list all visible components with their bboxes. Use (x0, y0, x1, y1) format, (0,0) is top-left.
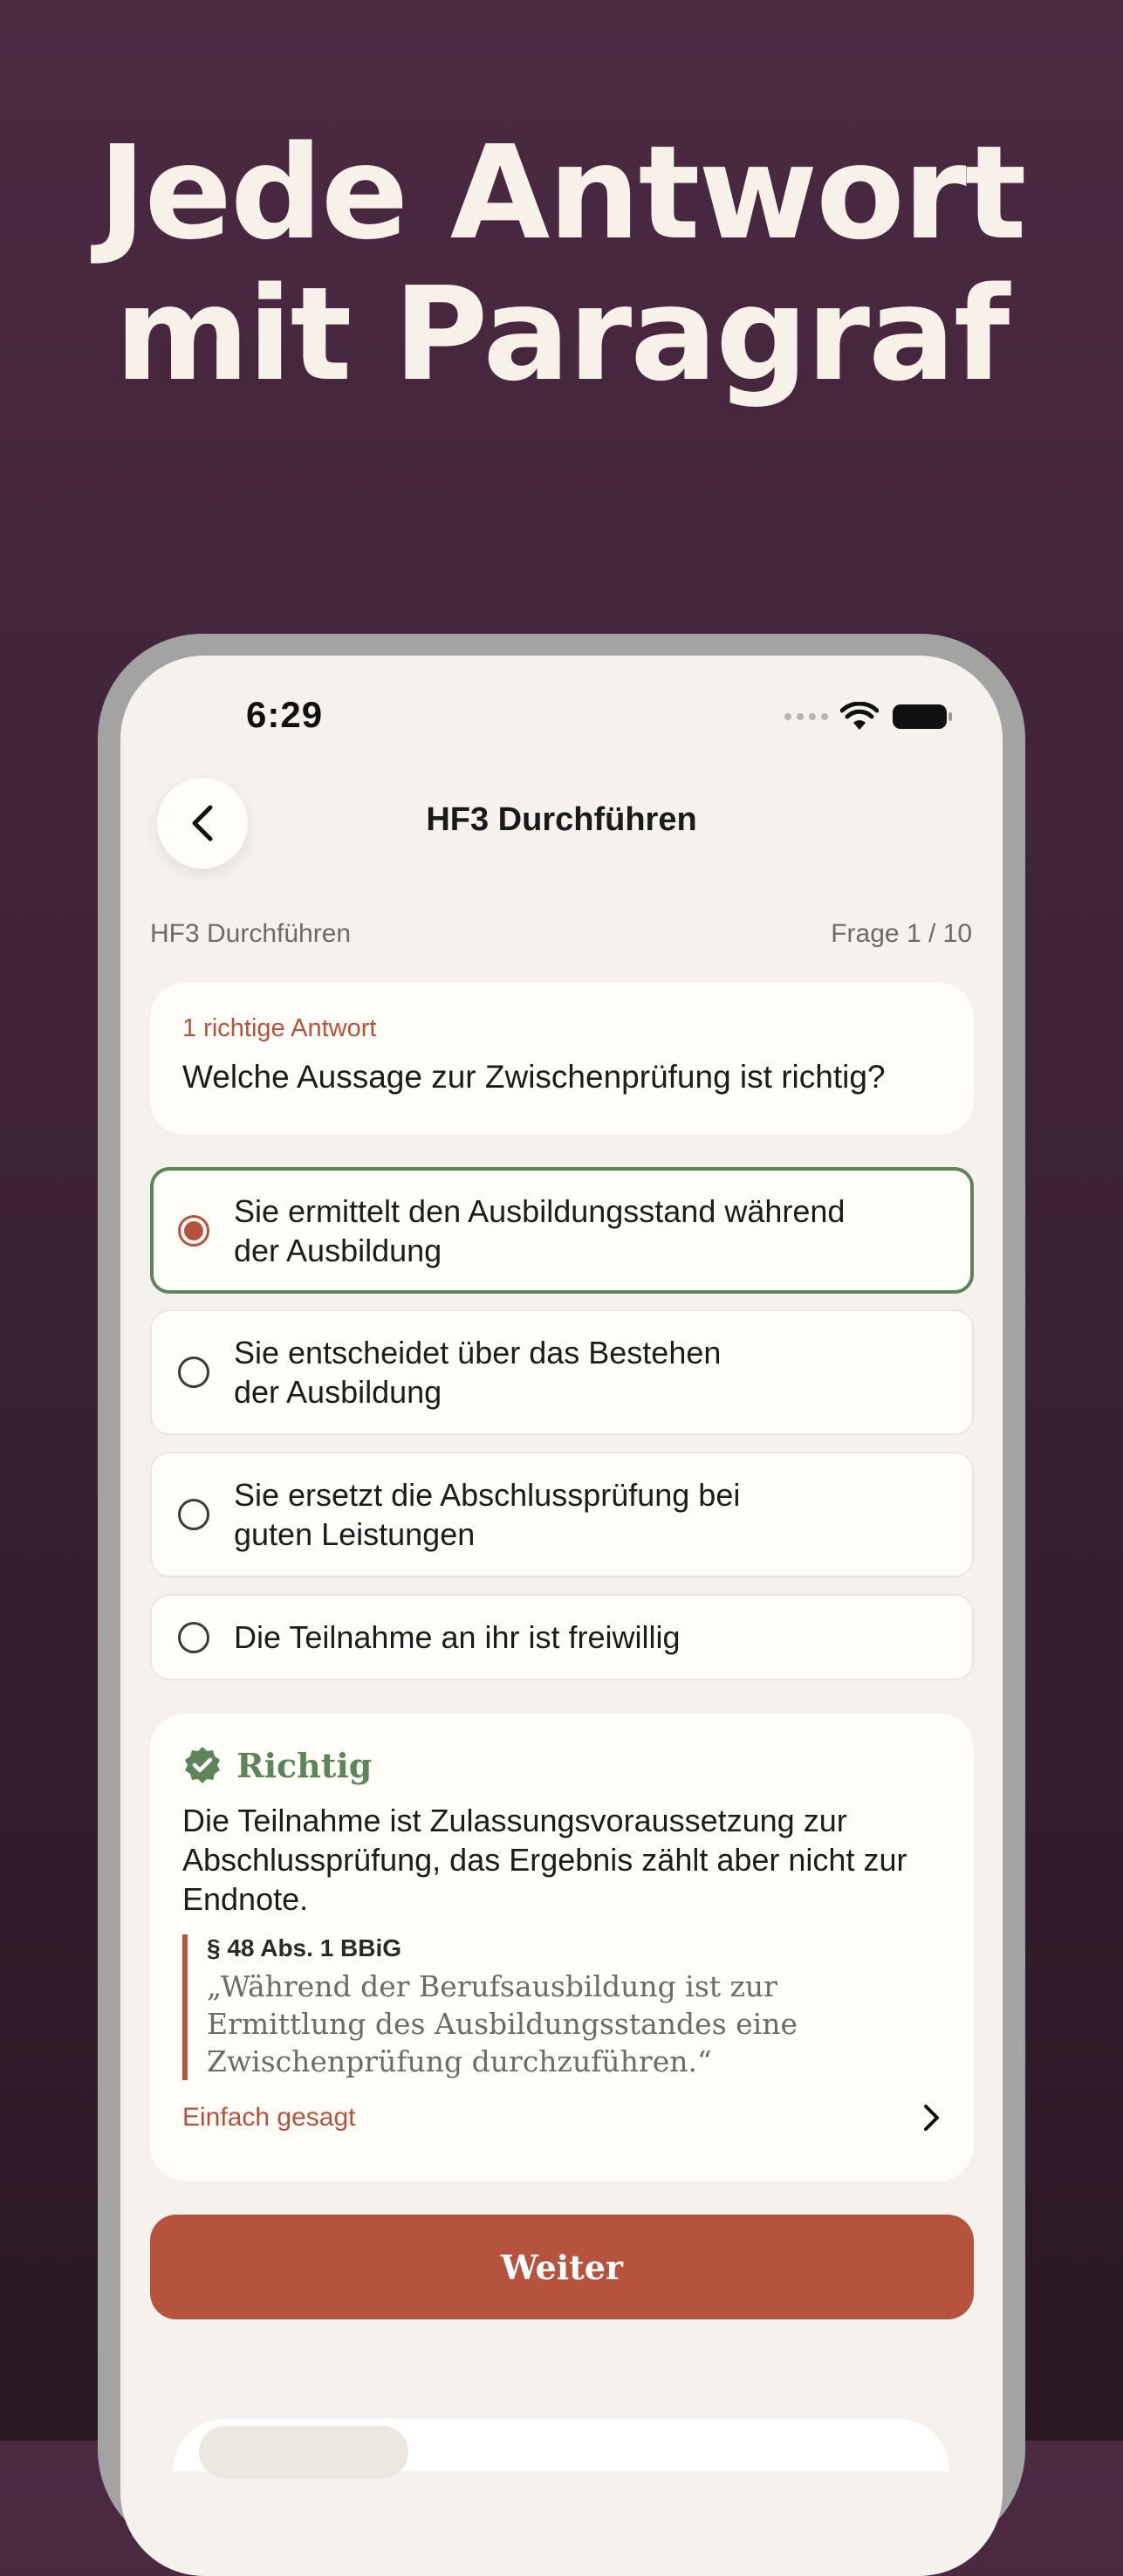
feedback-card: Richtig Die Teilnahme ist Zulassungsvora… (150, 1714, 974, 2181)
nav-title: HF3 Durchführen (426, 801, 697, 838)
answer-option-line: der Ausbildung (234, 1232, 442, 1268)
answer-option-line: Sie ermittelt den Ausbildungsstand währe… (234, 1192, 846, 1229)
answer-option-line: Sie entscheidet über das Bestehen (234, 1335, 722, 1370)
status-icons (784, 699, 954, 734)
module-label: HF3 Durchführen (150, 919, 352, 948)
signal-icon (784, 713, 828, 720)
answer-option-3[interactable]: Sie ersetzt die Abschlussprüfung bei gut… (150, 1452, 974, 1577)
answer-option-label: Die Teilnahme an ihr ist freiwillig (234, 1618, 681, 1657)
answer-option-1[interactable]: Sie ermittelt den Ausbildungsstand währe… (150, 1167, 974, 1294)
answer-option-4[interactable]: Die Teilnahme an ihr ist freiwillig (150, 1594, 974, 1680)
question-card: 1 richtige Antwort Welche Aussage zur Zw… (150, 983, 974, 1135)
chevron-right-icon (924, 2105, 939, 2131)
radio-empty-icon (178, 1499, 209, 1530)
answer-option-line: Die Teilnahme an ihr ist freiwillig (234, 1619, 681, 1655)
answer-count-hint: 1 richtige Antwort (182, 1014, 377, 1042)
battery-icon (893, 704, 952, 729)
question-progress: Frage 1 / 10 (831, 919, 972, 948)
tab-bar (173, 2419, 949, 2478)
radio-empty-icon (178, 1621, 209, 1653)
status-time: 6:29 (246, 694, 324, 735)
phone-screen: 6:29 HF3 Durchführen HF3 Durchführen Fra… (120, 656, 1003, 2576)
simple-explanation-row[interactable]: Einfach gesagt (182, 2103, 942, 2133)
simple-explanation-link[interactable]: Einfach gesagt (182, 2103, 355, 2133)
answer-option-2[interactable]: Sie entscheidet über das Bestehen der Au… (150, 1309, 974, 1435)
question-text: Welche Aussage zur Zwischenprüfung ist r… (182, 1059, 886, 1095)
verified-check-icon (185, 1747, 220, 1783)
law-quote-block: § 48 Abs. 1 BBiG „Während der Berufsausb… (182, 1934, 942, 2080)
feedback-title: Richtig (236, 1745, 373, 1785)
wifi-icon (840, 702, 879, 730)
answer-option-line: Sie ersetzt die Abschlussprüfung bei (234, 1477, 741, 1513)
headline-line-2: mit Paragraf (114, 259, 1010, 409)
law-quote-text: „Während der Berufsausbildung ist zur Er… (207, 1969, 798, 2078)
headline-line-1: Jede Antwort (98, 118, 1026, 268)
answer-option-label: Sie entscheidet über das Bestehen der Au… (234, 1333, 721, 1412)
feedback-explanation: Die Teilnahme ist Zulassungsvoraussetzun… (182, 1803, 907, 1917)
answer-option-label: Sie ermittelt den Ausbildungsstand währe… (234, 1192, 845, 1270)
tab-bar-active-pill[interactable] (199, 2426, 408, 2478)
law-reference: § 48 Abs. 1 BBiG (207, 1934, 402, 1961)
answer-option-label: Sie ersetzt die Abschlussprüfung bei gut… (234, 1475, 740, 1554)
next-button[interactable]: Weiter (150, 2215, 974, 2319)
radio-selected-icon (178, 1214, 209, 1247)
answer-option-line: der Ausbildung (234, 1374, 442, 1410)
answer-option-line: guten Leistungen (234, 1516, 476, 1552)
feedback-header: Richtig (182, 1745, 942, 1785)
radio-empty-icon (178, 1357, 209, 1388)
headline: Jede Antwort mit Paragraf (0, 122, 1123, 405)
